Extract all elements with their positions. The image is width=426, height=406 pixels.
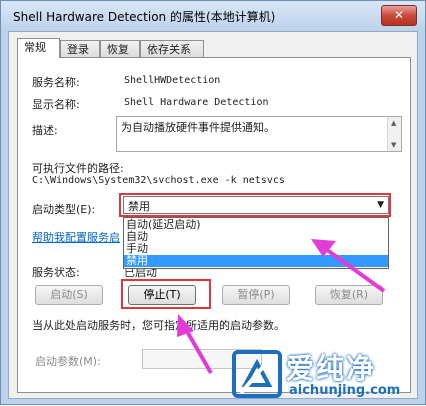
brand-url: aichunjing.com <box>289 383 401 398</box>
arrow-to-dropdown-icon <box>311 239 386 293</box>
properties-window: Shell Hardware Detection 的属性(本地计算机) ✕ 常规… <box>0 0 426 405</box>
brand-logo-icon <box>232 350 282 398</box>
annotation-arrows <box>177 239 386 374</box>
arrow-to-stop-button-icon <box>177 314 213 374</box>
site-watermark: 爱纯净 aichunjing.com <box>229 347 423 403</box>
brand-name: 爱纯净 <box>286 352 377 385</box>
